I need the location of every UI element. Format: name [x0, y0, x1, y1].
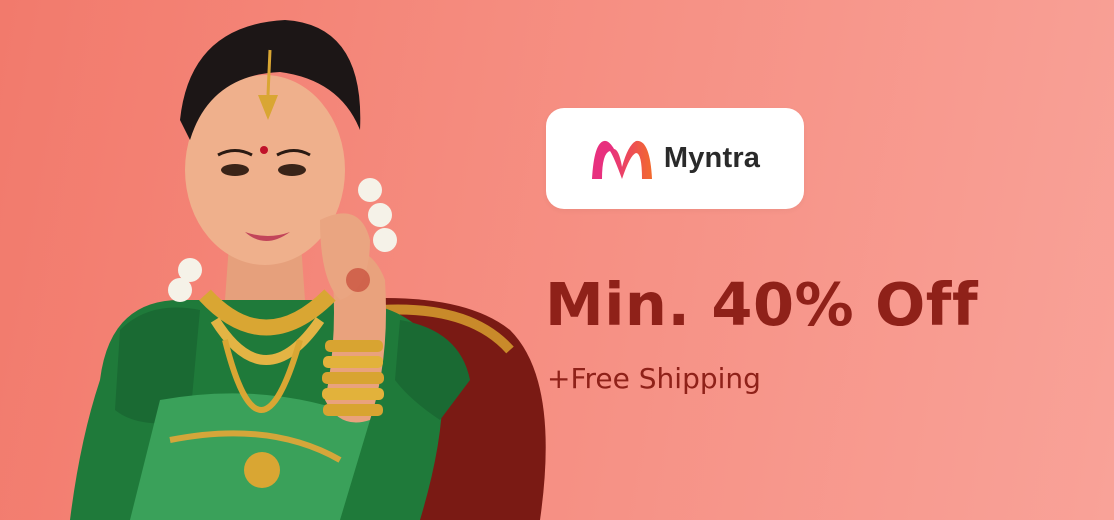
offer-headline: Min. 40% Off	[545, 270, 979, 339]
offer-subline: +Free Shipping	[547, 362, 761, 395]
brand-name: Myntra	[663, 142, 761, 174]
model-photo	[70, 20, 546, 520]
myntra-logo-icon	[591, 140, 652, 179]
promo-banner[interactable]: Myntra Min. 40% Off +Free Shipping	[0, 0, 1114, 520]
brand-logo-card[interactable]: Myntra	[546, 108, 804, 209]
